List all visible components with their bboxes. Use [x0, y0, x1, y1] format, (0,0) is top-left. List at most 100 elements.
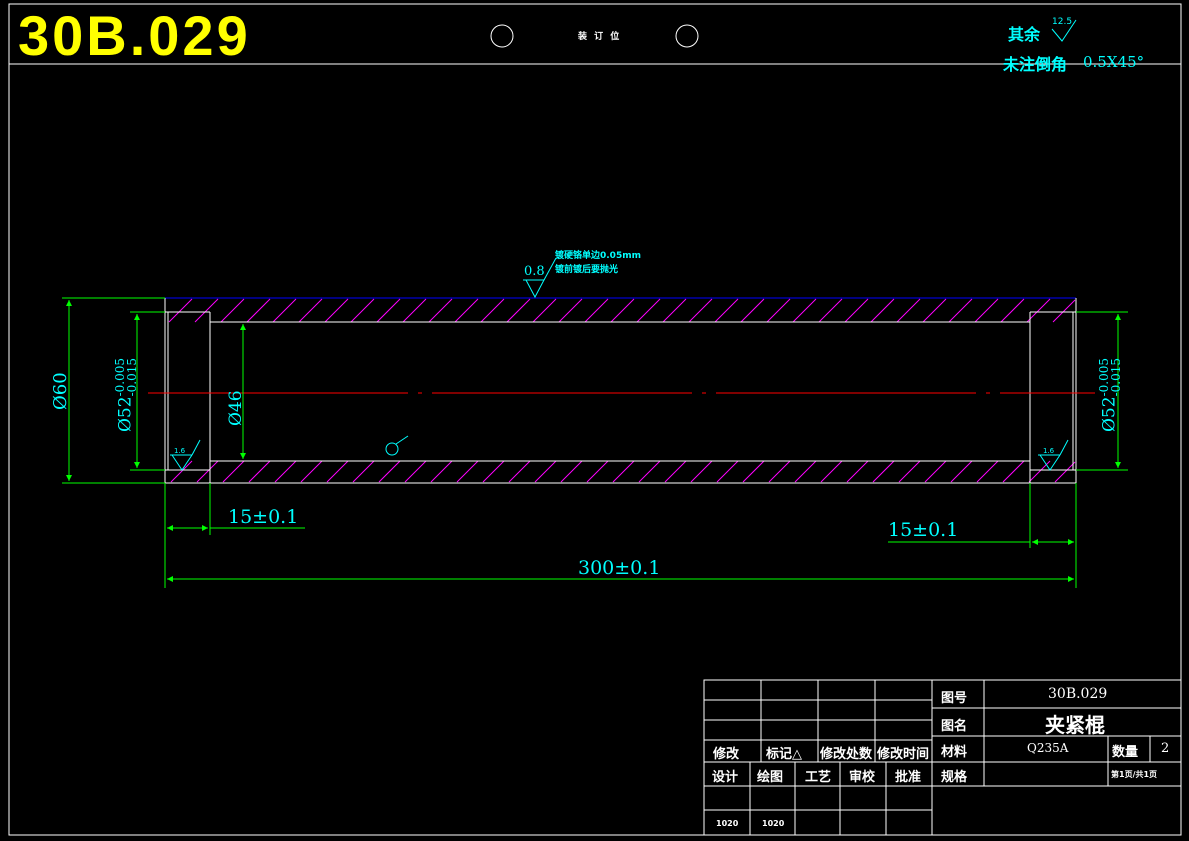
hatch-line — [768, 460, 791, 483]
hatch-line — [326, 460, 349, 483]
hatch-line — [194, 298, 219, 323]
hatch-line — [324, 298, 349, 323]
rest-roughness-value: 12.5 — [1052, 17, 1073, 27]
hatch-line — [558, 298, 583, 323]
hatch-line — [430, 460, 453, 483]
hatch-line — [924, 460, 947, 483]
dim-right-end: 15±0.1 — [888, 519, 959, 541]
hatch-line — [688, 298, 713, 323]
hatch-line — [220, 298, 245, 323]
hatch-line — [638, 460, 661, 483]
dim-bore-left-tol-lower: -0.015 — [125, 358, 139, 397]
hatch-line — [1052, 299, 1076, 323]
dim-inner-diameter: Ø46 — [226, 390, 246, 426]
hatch-line — [222, 460, 245, 483]
bore-roughness-left: 1.6 — [174, 447, 186, 455]
drawing-number-title: 30B.029 — [18, 4, 251, 67]
tb-name-value: 夹紧棍 — [1045, 713, 1105, 737]
engineering-drawing — [8, 3, 1182, 836]
hatch-line — [976, 460, 999, 483]
hatch-line — [508, 460, 531, 483]
hatch-line — [664, 460, 687, 483]
hatch-line — [714, 298, 739, 323]
hatch-line — [794, 460, 817, 483]
hatch-line — [584, 298, 609, 323]
hatch-line — [376, 298, 401, 323]
dim-bore-right: Ø52-0.005 -0.015 — [1097, 358, 1123, 432]
rest-roughness-label: 其余 — [1008, 25, 1041, 44]
surface-note-line2: 镀前镀后要抛光 — [555, 265, 619, 275]
tb-sign-header-3: 审校 — [849, 770, 876, 785]
hatch-line — [818, 298, 843, 323]
hatch-line — [298, 298, 323, 323]
hatch-line — [922, 298, 947, 323]
hatch-line — [690, 460, 713, 483]
hatch-line — [456, 460, 479, 483]
hatch-line — [610, 298, 635, 323]
hatch-line — [1002, 460, 1025, 483]
hatch-line — [766, 298, 791, 323]
hatch-line — [482, 460, 505, 483]
hatch-line — [480, 298, 505, 323]
chamfer-label: 未注倒角 — [1003, 55, 1068, 74]
hatch-line — [428, 298, 453, 323]
surface-roughness-value: 0.8 — [524, 264, 545, 279]
hatch-line — [586, 460, 609, 483]
hatch-line — [974, 298, 999, 323]
hatch-bottom — [170, 460, 1076, 483]
chamfer-value: 0.5X45° — [1083, 53, 1145, 71]
tb-sign-header-0: 设计 — [712, 770, 739, 785]
hatch-line — [300, 460, 323, 483]
binding-hole-left — [490, 24, 514, 48]
tb-sign-value-1: 1020 — [762, 819, 785, 828]
hatch-line — [560, 460, 583, 483]
tb-sign-value-0: 1020 — [716, 819, 739, 828]
hatch-line — [196, 460, 219, 483]
hatch-line — [534, 460, 557, 483]
tb-drawing-no-label: 图号 — [941, 691, 968, 706]
surface-note-line1: 镀硬铬单边0.05mm — [555, 251, 641, 261]
tb-sign-header-1: 绘图 — [757, 770, 784, 785]
hatch-line — [404, 460, 427, 483]
hatch-line — [248, 460, 271, 483]
tb-page-info: 第1页/共1页 — [1111, 770, 1158, 779]
hatch-line — [844, 298, 869, 323]
hatch-line — [740, 298, 765, 323]
tb-material-label: 材料 — [941, 745, 968, 760]
hatch-line — [454, 298, 479, 323]
hatch-line — [846, 460, 869, 483]
hatch-line — [820, 460, 843, 483]
dim-outer-diameter: Ø60 — [50, 372, 71, 410]
dim-bore-left: Ø52-0.005 -0.015 — [113, 358, 139, 432]
dim-bore-left-value: Ø52 — [115, 396, 136, 432]
tb-spec-label: 规格 — [941, 770, 968, 785]
dim-left-end: 15±0.1 — [228, 506, 299, 528]
hatch-line — [872, 460, 895, 483]
hatch-line — [870, 298, 895, 323]
dim-bore-right-tol-lower: -0.015 — [1109, 358, 1123, 397]
tb-quantity-value: 2 — [1161, 741, 1170, 756]
tb-rev-header-0: 修改 — [713, 747, 740, 762]
hatch-line — [246, 298, 271, 323]
tb-rev-header-3: 修改时间 — [877, 747, 930, 762]
hatch-line — [1000, 298, 1025, 323]
hatch-line — [378, 460, 401, 483]
hatch-line — [716, 460, 739, 483]
bore-roughness-right: 1.6 — [1043, 447, 1055, 455]
tb-rev-header-1: 标记△ — [766, 747, 802, 762]
hatch-line — [170, 460, 193, 483]
part-outline — [164, 297, 1077, 484]
roughness-symbols — [170, 257, 1069, 471]
dim-bore-right-value: Ø52 — [1099, 396, 1120, 432]
hatch-line — [274, 460, 297, 483]
hatch-line — [612, 460, 635, 483]
hatch-line — [168, 298, 193, 323]
hatch-line — [1054, 461, 1076, 483]
hatch-line — [792, 298, 817, 323]
hatch-line — [272, 298, 297, 323]
tb-name-label: 图名 — [941, 719, 968, 734]
hatch-top — [168, 298, 1076, 323]
hatch-line — [352, 460, 375, 483]
binding-label: 装 订 位 — [578, 32, 622, 42]
hatch-line — [1028, 460, 1051, 483]
